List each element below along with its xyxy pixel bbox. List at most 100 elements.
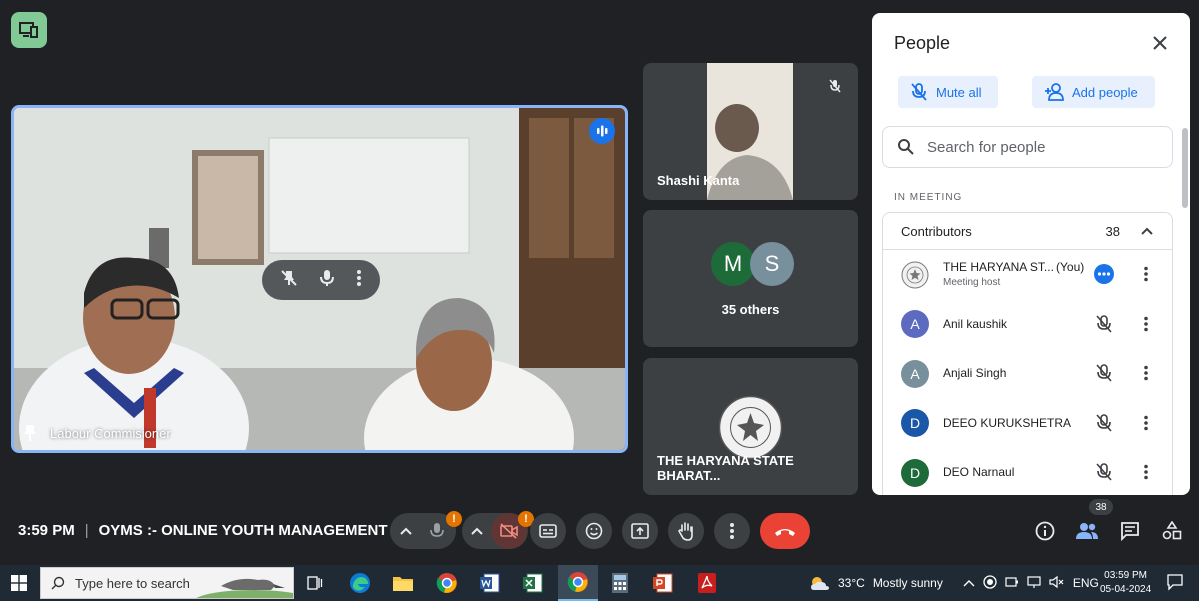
present-button[interactable] bbox=[11, 12, 47, 48]
raise-hand-button[interactable] bbox=[668, 513, 704, 549]
person-name: Anjali Singh bbox=[943, 366, 1007, 381]
people-icon bbox=[1076, 523, 1098, 539]
taskbar-app-chrome-active[interactable] bbox=[558, 565, 598, 601]
person-info: THE HARYANA ST... Meeting host bbox=[943, 260, 1054, 290]
start-button[interactable] bbox=[0, 565, 38, 601]
others-tile[interactable]: M S 35 others bbox=[643, 210, 858, 347]
chrome-icon bbox=[436, 573, 457, 593]
captions-button[interactable] bbox=[530, 513, 566, 549]
taskbar-app-powerpoint[interactable] bbox=[648, 568, 678, 598]
taskbar-search-input[interactable]: Type here to search bbox=[40, 567, 294, 599]
taskbar-app-calculator[interactable] bbox=[605, 568, 635, 598]
volume-indicator[interactable] bbox=[1049, 575, 1065, 592]
word-icon bbox=[480, 573, 500, 593]
list-item[interactable]: A Anil kaushik bbox=[883, 300, 1172, 350]
clock-date: 05-04-2024 bbox=[1100, 584, 1152, 595]
mic-off-icon bbox=[829, 79, 841, 93]
chat-button[interactable] bbox=[1116, 517, 1144, 545]
tile-name-label: Labour Commisioner bbox=[22, 424, 171, 442]
person-more-options[interactable] bbox=[1134, 411, 1158, 435]
leave-call-button[interactable] bbox=[760, 513, 810, 549]
people-button[interactable] bbox=[1073, 517, 1101, 545]
taskbar-app-word[interactable] bbox=[475, 568, 505, 598]
scouts-logo-emblem bbox=[718, 395, 783, 460]
meeting-control-bar: 3:59 PM | OYMS :- ONLINE YOUTH MANAGEMEN… bbox=[0, 499, 1199, 561]
language-indicator[interactable]: ENG bbox=[1073, 576, 1099, 590]
person-more-options[interactable] bbox=[1134, 312, 1158, 336]
person-more-options[interactable] bbox=[1134, 262, 1158, 286]
taskbar-app-file-explorer[interactable] bbox=[388, 568, 418, 598]
speaking-indicator bbox=[589, 118, 615, 144]
taskbar-app-excel[interactable] bbox=[518, 568, 548, 598]
muted-indicator bbox=[1092, 411, 1116, 435]
chevron-up-icon bbox=[963, 580, 975, 587]
avatar: A bbox=[901, 310, 929, 339]
weather-icon bbox=[811, 577, 829, 590]
taskbar-app-chrome[interactable] bbox=[432, 568, 462, 598]
more-options-button[interactable] bbox=[714, 513, 750, 549]
meeting-details-button[interactable] bbox=[1031, 517, 1059, 545]
add-people-label: Add people bbox=[1072, 84, 1138, 100]
video-settings-button[interactable] bbox=[463, 527, 491, 535]
host-tile[interactable]: THE HARYANA STATE BHARAT... bbox=[643, 358, 858, 495]
person-more-options[interactable] bbox=[1134, 460, 1158, 484]
chevron-up-icon bbox=[471, 527, 483, 535]
present-screen-button[interactable] bbox=[622, 513, 658, 549]
list-item[interactable]: THE HARYANA ST... Meeting host (You) bbox=[883, 250, 1172, 300]
camera-off-icon bbox=[500, 523, 518, 539]
muted-indicator bbox=[822, 73, 848, 99]
audio-settings-button[interactable] bbox=[392, 527, 420, 535]
mic-off-icon bbox=[1096, 364, 1112, 382]
present-icon bbox=[19, 22, 38, 38]
task-view-button[interactable] bbox=[300, 568, 330, 598]
unpin-button[interactable] bbox=[280, 269, 298, 292]
others-count-label: 35 others bbox=[721, 302, 780, 317]
battery-icon bbox=[1005, 576, 1018, 587]
taskbar-app-edge[interactable] bbox=[345, 568, 375, 598]
clock-time: 03:59 PM bbox=[1104, 570, 1147, 581]
participant-name: THE HARYANA STATE BHARAT... bbox=[657, 453, 794, 483]
speaking-indicator bbox=[1092, 262, 1116, 286]
battery-indicator[interactable] bbox=[1005, 575, 1019, 592]
pin-off-icon bbox=[281, 269, 297, 286]
add-people-button[interactable]: Add people bbox=[1032, 76, 1155, 108]
notification-center-icon[interactable] bbox=[1166, 573, 1184, 591]
show-hidden-icons-button[interactable] bbox=[963, 576, 975, 590]
mic-icon bbox=[430, 523, 444, 537]
system-clock[interactable]: 03:59 PM 05-04-2024 bbox=[1100, 569, 1151, 597]
excel-icon bbox=[523, 573, 543, 593]
person-more-options[interactable] bbox=[1134, 361, 1158, 385]
activities-button[interactable] bbox=[1158, 517, 1186, 545]
audio-bars-icon bbox=[597, 125, 608, 137]
search-people-input[interactable]: Search for people bbox=[882, 126, 1173, 168]
list-item[interactable]: D DEO Narnaul bbox=[883, 448, 1172, 495]
mic-off-icon bbox=[1096, 463, 1112, 481]
audio-dots-icon bbox=[1094, 264, 1114, 284]
mute-all-label: Mute all bbox=[936, 84, 982, 100]
chat-icon bbox=[1121, 522, 1139, 541]
mic-icon bbox=[320, 269, 334, 286]
emoji-button[interactable] bbox=[576, 513, 612, 549]
avatar: S bbox=[750, 242, 794, 286]
taskbar-app-acrobat[interactable] bbox=[692, 568, 722, 598]
list-item[interactable]: A Anjali Singh bbox=[883, 349, 1172, 399]
contributors-header[interactable]: Contributors 38 bbox=[882, 212, 1173, 249]
network-indicator[interactable] bbox=[1027, 575, 1041, 592]
record-indicator[interactable] bbox=[983, 574, 997, 592]
end-call-icon bbox=[775, 529, 795, 536]
main-video-tile[interactable]: Labour Commisioner bbox=[11, 105, 628, 453]
mute-all-button[interactable]: Mute all bbox=[898, 76, 998, 108]
tile-more-options-button[interactable] bbox=[356, 269, 362, 292]
task-view-icon bbox=[307, 576, 323, 590]
temperature: 33°C bbox=[838, 576, 865, 590]
participant-tile-shashi[interactable]: Shashi Kanta bbox=[643, 63, 858, 200]
panel-scrollbar[interactable] bbox=[1182, 128, 1188, 208]
mute-participant-button[interactable] bbox=[318, 269, 336, 292]
search-icon bbox=[51, 576, 65, 590]
person-name: THE HARYANA ST... bbox=[943, 259, 1054, 274]
close-panel-button[interactable] bbox=[1148, 31, 1172, 55]
search-placeholder: Search for people bbox=[927, 138, 1046, 156]
list-item[interactable]: D DEEO KURUKSHETRA bbox=[883, 399, 1172, 449]
person-name: DEO Narnaul bbox=[943, 465, 1015, 480]
people-count-badge: 38 bbox=[1089, 499, 1113, 515]
